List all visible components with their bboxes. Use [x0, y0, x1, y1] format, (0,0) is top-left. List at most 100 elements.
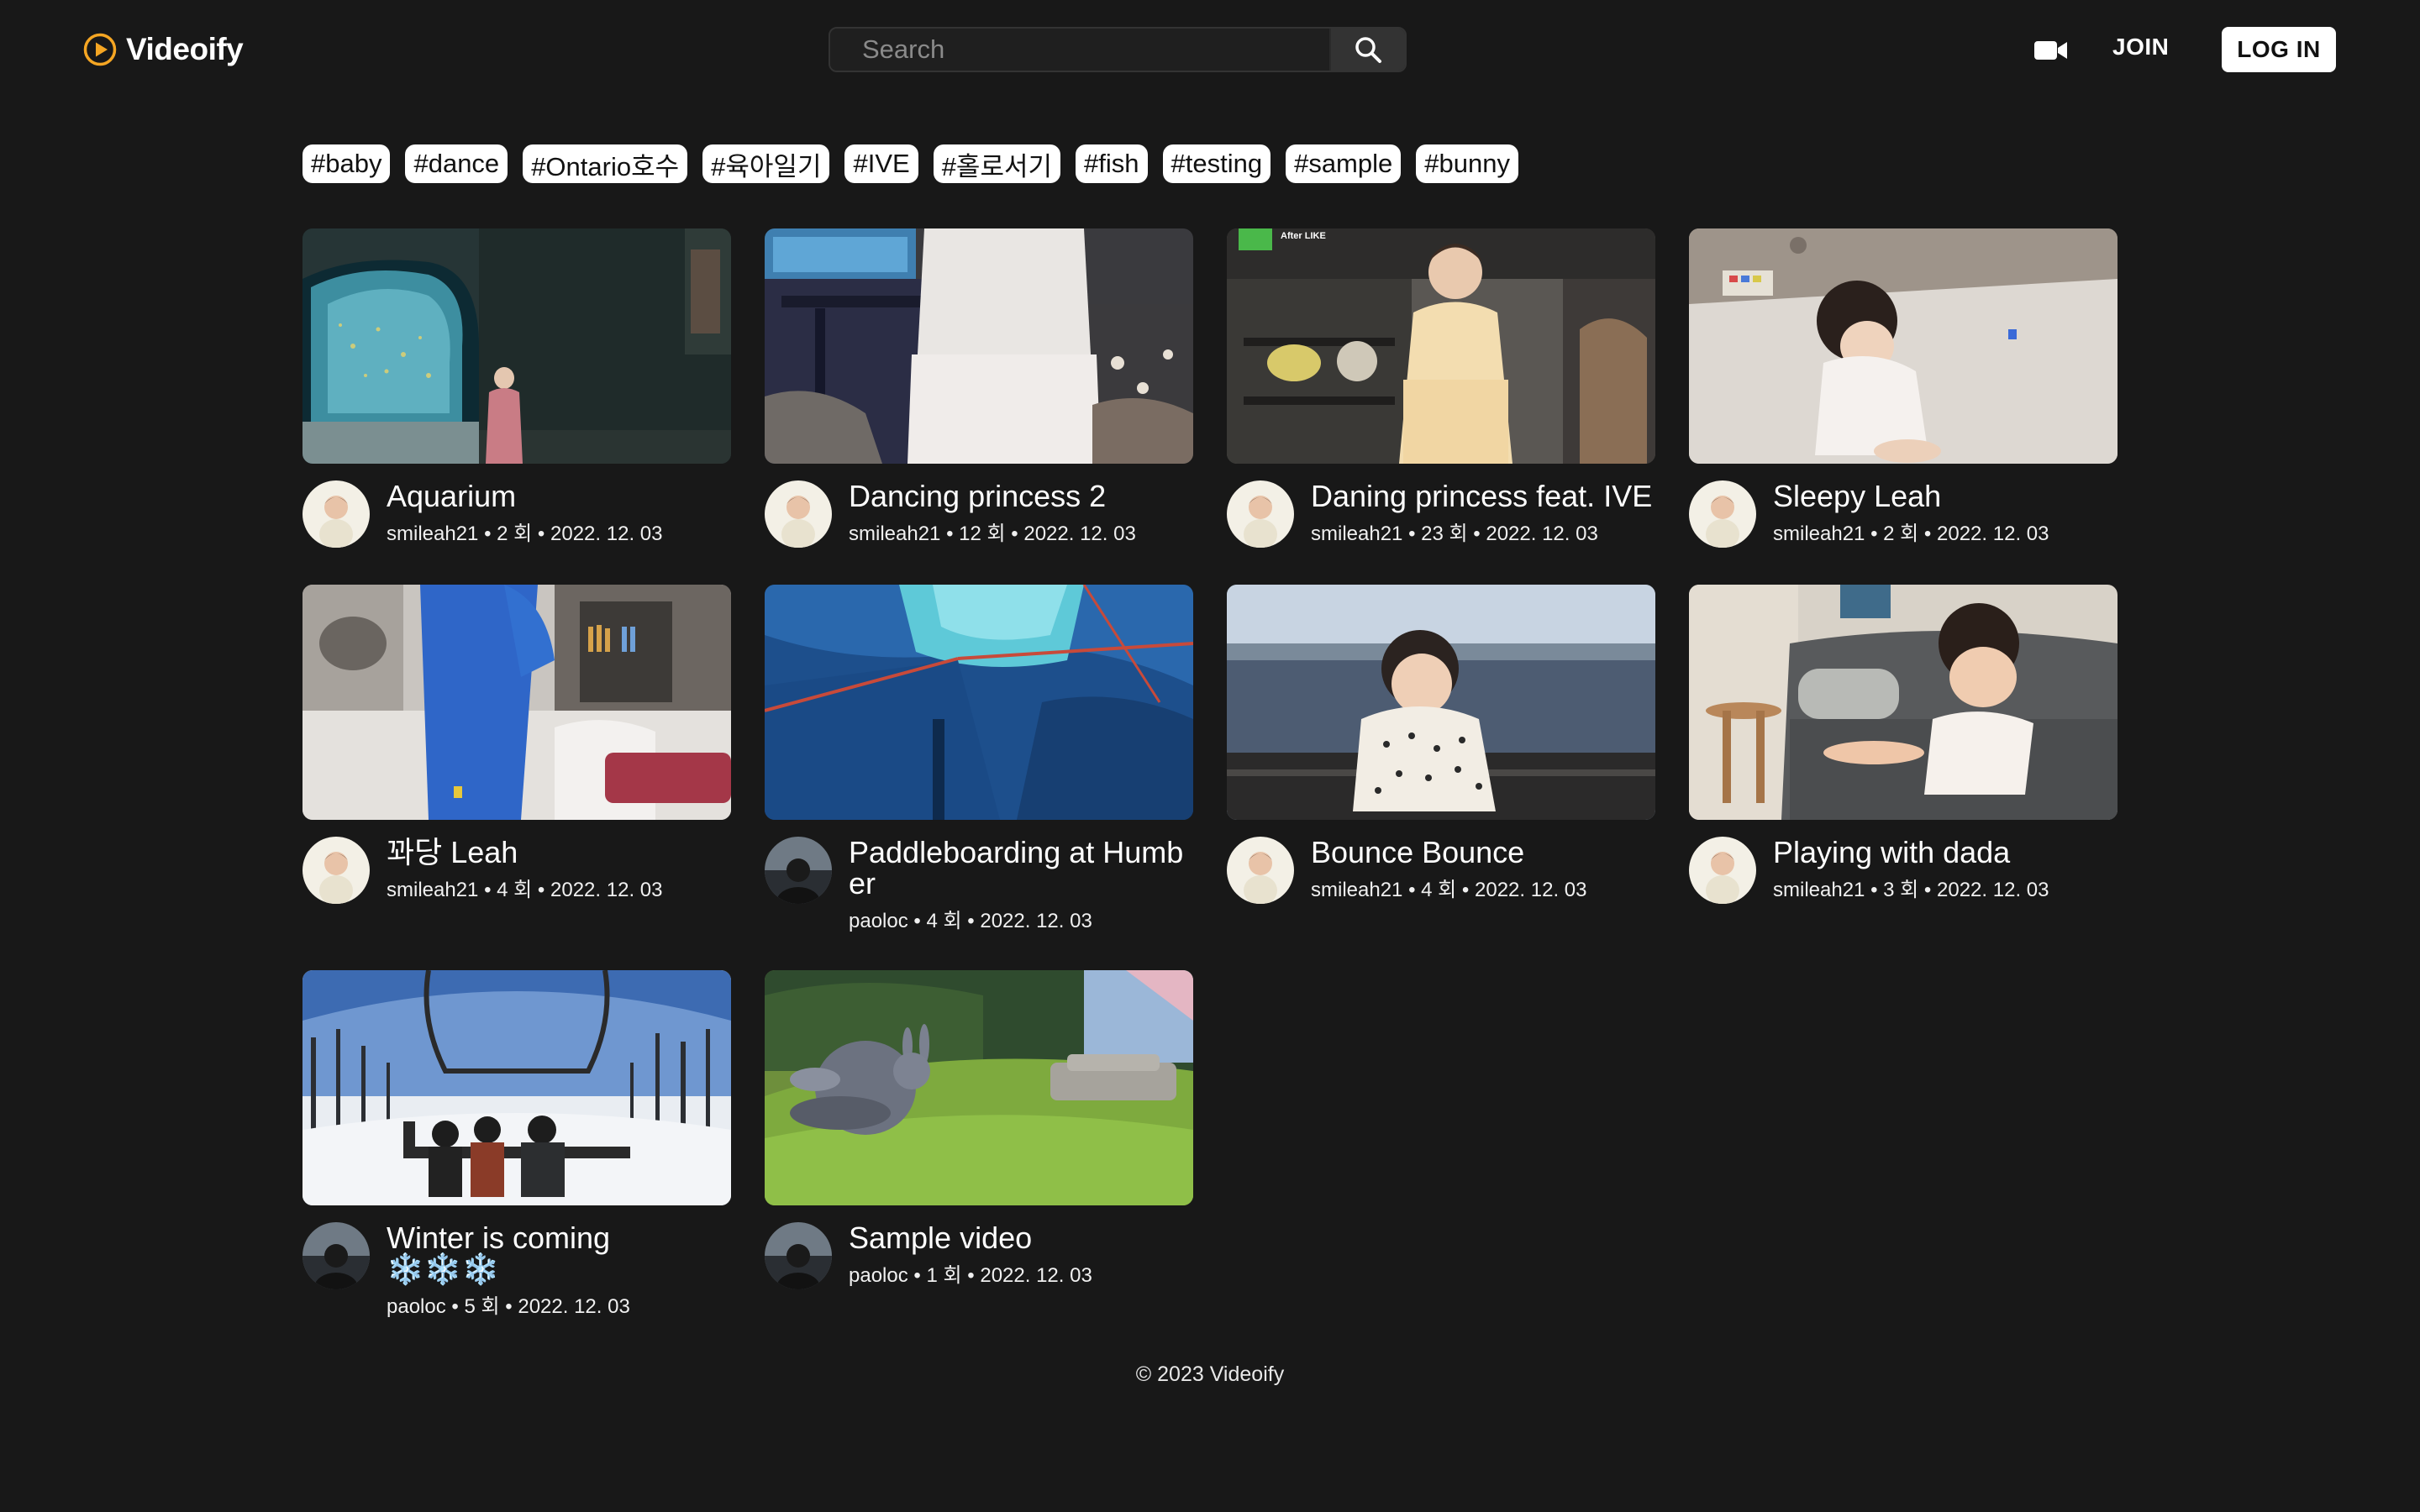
video-title[interactable]: Playing with dada — [1773, 837, 2118, 868]
video-views: 4 회 — [926, 910, 962, 932]
video-title[interactable]: Aquarium — [387, 480, 731, 512]
video-owner[interactable]: smileah21 — [387, 522, 478, 545]
video-title[interactable]: Sample video — [849, 1222, 1193, 1253]
video-card[interactable]: Dancing princess 2 smileah21 • 12 회 • 20… — [765, 228, 1193, 548]
video-owner[interactable]: smileah21 — [1773, 522, 1865, 545]
video-views: 2 회 — [1883, 522, 1919, 545]
video-owner[interactable]: paoloc — [849, 910, 908, 932]
video-card[interactable]: Sample video paoloc • 1 회 • 2022. 12. 03 — [765, 970, 1193, 1319]
video-title[interactable]: Dancing princess 2 — [849, 480, 1193, 512]
video-card[interactable]: Paddleboarding at Humber paoloc • 4 회 • … — [765, 585, 1193, 933]
video-owner[interactable]: paoloc — [387, 1295, 446, 1318]
video-subline: smileah21 • 3 회 • 2022. 12. 03 — [1773, 879, 2049, 901]
tag-chip[interactable]: #fish — [1076, 144, 1148, 183]
search-input[interactable] — [830, 29, 1329, 71]
video-info: Daning princess feat. IVE smileah21 • 23… — [1311, 480, 1655, 548]
video-owner[interactable]: paoloc — [849, 1264, 908, 1287]
video-owner[interactable]: smileah21 — [1311, 879, 1402, 901]
video-meta: Bounce Bounce smileah21 • 4 회 • 2022. 12… — [1227, 837, 1655, 904]
video-thumbnail[interactable]: After LIKE — [1227, 228, 1655, 464]
video-thumbnail[interactable] — [1689, 228, 2118, 464]
video-info: Bounce Bounce smileah21 • 4 회 • 2022. 12… — [1311, 837, 1655, 904]
video-info: Sample video paoloc • 1 회 • 2022. 12. 03 — [849, 1222, 1193, 1289]
video-title[interactable]: Sleepy Leah — [1773, 480, 2118, 512]
video-subline: smileah21 • 23 회 • 2022. 12. 03 — [1311, 522, 1598, 545]
video-thumbnail[interactable] — [765, 585, 1193, 820]
video-title[interactable]: Winter is coming ❄️❄️❄️ — [387, 1222, 731, 1284]
video-views: 3 회 — [1883, 879, 1919, 901]
video-owner[interactable]: smileah21 — [387, 879, 478, 901]
video-thumbnail[interactable] — [302, 228, 731, 464]
video-subline: smileah21 • 12 회 • 2022. 12. 03 — [849, 522, 1136, 545]
video-thumbnail[interactable] — [302, 970, 731, 1205]
login-button[interactable]: LOG IN — [2222, 27, 2336, 72]
avatar[interactable] — [302, 480, 370, 548]
video-thumbnail[interactable] — [765, 970, 1193, 1205]
search-button[interactable] — [1329, 29, 1405, 71]
video-date: 2022. 12. 03 — [518, 1295, 630, 1318]
avatar[interactable] — [1227, 480, 1294, 548]
video-card[interactable]: After LIKE Daning princess feat. IVE smi… — [1227, 228, 1655, 548]
avatar[interactable] — [765, 480, 832, 548]
tag-chip[interactable]: #sample — [1286, 144, 1402, 183]
video-card[interactable]: Sleepy Leah smileah21 • 2 회 • 2022. 12. … — [1689, 228, 2118, 548]
video-subline: paoloc • 4 회 • 2022. 12. 03 — [849, 910, 1092, 932]
avatar[interactable] — [302, 1222, 370, 1289]
video-grid: Aquarium smileah21 • 2 회 • 2022. 12. 03 — [302, 228, 2118, 1319]
tag-chip[interactable]: #홀로서기 — [933, 144, 1061, 183]
tag-list: #baby #dance #Ontario호수 #육아일기 #IVE #홀로서기… — [302, 144, 1518, 183]
tag-chip[interactable]: #testing — [1162, 144, 1271, 183]
footer-copyright: © 2023 Videoify — [1135, 1362, 1285, 1386]
video-card[interactable]: Aquarium smileah21 • 2 회 • 2022. 12. 03 — [302, 228, 731, 548]
tag-chip[interactable]: #IVE — [844, 144, 918, 183]
video-views: 4 회 — [497, 879, 533, 901]
tag-chip[interactable]: #육아일기 — [702, 144, 830, 183]
avatar[interactable] — [765, 1222, 832, 1289]
play-circle-icon — [83, 33, 117, 66]
video-owner[interactable]: smileah21 — [1773, 879, 1865, 901]
video-info: 꽈당 Leah smileah21 • 4 회 • 2022. 12. 03 — [387, 837, 731, 904]
video-date: 2022. 12. 03 — [1486, 522, 1598, 545]
video-card[interactable]: Bounce Bounce smileah21 • 4 회 • 2022. 12… — [1227, 585, 1655, 933]
search-icon — [1355, 37, 1381, 63]
tag-chip[interactable]: #baby — [302, 144, 391, 183]
tag-chip[interactable]: #dance — [405, 144, 508, 183]
avatar[interactable] — [1689, 837, 1756, 904]
video-thumbnail[interactable] — [1227, 585, 1655, 820]
video-thumbnail[interactable] — [302, 585, 731, 820]
video-thumbnail[interactable] — [765, 228, 1193, 464]
video-views: 2 회 — [497, 522, 533, 545]
video-card[interactable]: 꽈당 Leah smileah21 • 4 회 • 2022. 12. 03 — [302, 585, 731, 933]
video-title[interactable]: Daning princess feat. IVE — [1311, 480, 1655, 512]
video-thumbnail[interactable] — [1689, 585, 2118, 820]
video-meta: Aquarium smileah21 • 2 회 • 2022. 12. 03 — [302, 480, 731, 548]
video-title[interactable]: Bounce Bounce — [1311, 837, 1655, 868]
video-views: 4 회 — [1421, 879, 1457, 901]
video-meta: Sample video paoloc • 1 회 • 2022. 12. 03 — [765, 1222, 1193, 1289]
video-card[interactable]: Playing with dada smileah21 • 3 회 • 2022… — [1689, 585, 2118, 933]
video-camera-icon[interactable] — [2033, 38, 2069, 63]
tag-chip[interactable]: #bunny — [1416, 144, 1518, 183]
join-link[interactable]: JOIN — [2112, 34, 2169, 60]
video-owner[interactable]: smileah21 — [1311, 522, 1402, 545]
app-name: Videoify — [126, 32, 244, 66]
video-info: Winter is coming ❄️❄️❄️ paoloc • 5 회 • 2… — [387, 1222, 731, 1319]
video-info: Paddleboarding at Humber paoloc • 4 회 • … — [849, 837, 1193, 933]
avatar[interactable] — [1227, 837, 1294, 904]
video-title[interactable]: 꽈당 Leah — [387, 837, 731, 868]
video-subline: paoloc • 5 회 • 2022. 12. 03 — [387, 1295, 630, 1318]
avatar[interactable] — [302, 837, 370, 904]
video-title[interactable]: Paddleboarding at Humber — [849, 837, 1193, 899]
video-card[interactable]: Winter is coming ❄️❄️❄️ paoloc • 5 회 • 2… — [302, 970, 731, 1319]
avatar[interactable] — [1689, 480, 1756, 548]
video-owner[interactable]: smileah21 — [849, 522, 940, 545]
video-info: Aquarium smileah21 • 2 회 • 2022. 12. 03 — [387, 480, 731, 548]
tag-chip[interactable]: #Ontario호수 — [523, 144, 688, 183]
video-date: 2022. 12. 03 — [980, 910, 1092, 932]
video-meta: Sleepy Leah smileah21 • 2 회 • 2022. 12. … — [1689, 480, 2118, 548]
video-date: 2022. 12. 03 — [1475, 879, 1587, 901]
video-views: 23 회 — [1421, 522, 1468, 545]
logo[interactable]: Videoify — [82, 32, 244, 67]
search-bar — [829, 27, 1407, 72]
avatar[interactable] — [765, 837, 832, 904]
